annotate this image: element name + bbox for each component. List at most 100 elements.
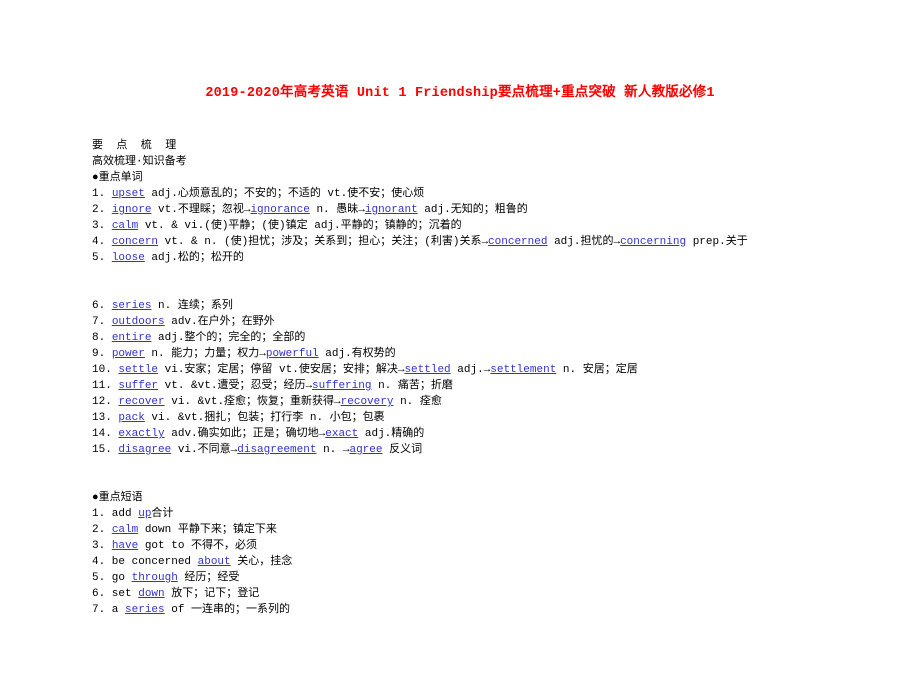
derived-word-link[interactable]: disagreement xyxy=(237,444,316,456)
vocabulary-entry: 1. upset adj.心烦意乱的；不安的；不适的 vt.使不安；使心烦 xyxy=(92,186,892,202)
phrase-suffix: down 平静下来；镇定下来 xyxy=(138,524,277,536)
entry-number: 5. xyxy=(92,252,106,264)
phrase-entry: 6. set down 放下；记下；登记 xyxy=(92,586,892,602)
entry-definition: vt. & vi.(使)平静；(使)镇定 adj.平静的；镇静的；沉着的 xyxy=(138,220,462,232)
vocabulary-word-link[interactable]: entire xyxy=(112,332,152,344)
derived-definition: adj.→ xyxy=(450,364,491,376)
vocabulary-word-link[interactable]: disagree xyxy=(118,444,171,456)
phrase-suffix: of 一连串的；一系列的 xyxy=(164,604,291,616)
phrase-entry: 3. have got to 不得不，必须 xyxy=(92,538,892,554)
derived-word-link[interactable]: concerned xyxy=(488,236,547,248)
entry-definition: n. 能力；力量；权力→ xyxy=(144,348,266,360)
entry-number: 4. xyxy=(92,236,106,248)
vocabulary-word-link[interactable]: settle xyxy=(118,364,158,376)
vocabulary-word-link[interactable]: power xyxy=(112,348,145,360)
vocabulary-entry: 8. entire adj.整个的；完全的；全部的 xyxy=(92,330,892,346)
phrase-entry: 5. go through 经历；经受 xyxy=(92,570,892,586)
derived-word-link[interactable]: ignorant xyxy=(365,204,418,216)
vocabulary-word-link[interactable]: recover xyxy=(118,396,164,408)
phrase-suffix: 放下；记下；登记 xyxy=(164,588,260,600)
vocabulary-entry: 15. disagree vi.不同意→disagreement n. →agr… xyxy=(92,442,892,458)
derived-word-link[interactable]: concerning xyxy=(620,236,686,248)
vocabulary-word-link[interactable]: loose xyxy=(112,252,145,264)
phrase-entry: 2. calm down 平静下来；镇定下来 xyxy=(92,522,892,538)
derived-word-link[interactable]: settlement xyxy=(490,364,556,376)
entry-number: 7. xyxy=(92,316,106,328)
vocabulary-word-link[interactable]: outdoors xyxy=(112,316,165,328)
entry-definition: vi.不同意→ xyxy=(171,444,238,456)
vocabulary-word-link[interactable]: suffer xyxy=(118,380,158,392)
derived-definition: n. → xyxy=(316,444,350,456)
list-gap-spacer xyxy=(92,266,892,298)
entry-number: 15. xyxy=(92,444,112,456)
page-title: 2019-2020年高考英语 Unit 1 Friendship要点梳理+重点突… xyxy=(205,86,715,101)
phrase-prefix: set xyxy=(105,588,139,600)
phrase-prefix xyxy=(105,540,112,552)
phrase-word-link[interactable]: about xyxy=(198,556,231,568)
phrase-word-link[interactable]: series xyxy=(125,604,165,616)
derived-word-link[interactable]: recovery xyxy=(341,396,394,408)
vocabulary-entry: 13. pack vi. &vt.捆扎；包装；打行李 n. 小包；包裹 xyxy=(92,410,892,426)
phrase-word-link[interactable]: up xyxy=(138,508,151,520)
entry-number: 5. xyxy=(92,572,106,584)
entry-definition: vi.安家；定居；停留 vt.使安居；安排；解决→ xyxy=(158,364,405,376)
phrase-entry: 7. a series of 一连串的；一系列的 xyxy=(92,602,892,618)
vocabulary-word-link[interactable]: calm xyxy=(112,220,138,232)
entry-number: 1. xyxy=(92,508,106,520)
entry-number: 6. xyxy=(92,300,106,312)
phrase-prefix: add xyxy=(105,508,139,520)
vocabulary-word-link[interactable]: ignore xyxy=(112,204,152,216)
phrase-word-link[interactable]: down xyxy=(138,588,164,600)
entry-number: 10. xyxy=(92,364,112,376)
key-words-heading: ●重点单词 xyxy=(92,172,143,184)
entry-definition: adv.在户外；在野外 xyxy=(164,316,275,328)
key-words-list-part-2: 6. series n. 连续；系列 7. outdoors adv.在户外；在野… xyxy=(92,298,892,458)
phrase-word-link[interactable]: have xyxy=(112,540,138,552)
entry-definition: n. 连续；系列 xyxy=(151,300,233,312)
phrase-prefix: a xyxy=(105,604,126,616)
derived-word-link[interactable]: ignorance xyxy=(250,204,309,216)
entry-number: 7. xyxy=(92,604,106,616)
key-words-list-part-1: 1. upset adj.心烦意乱的；不安的；不适的 vt.使不安；使心烦 2. … xyxy=(92,186,892,266)
derived-word-link[interactable]: powerful xyxy=(266,348,319,360)
entry-number: 13. xyxy=(92,412,112,424)
entry-number: 4. xyxy=(92,556,106,568)
derived-definition: n. 痊愈 xyxy=(393,396,442,408)
vocabulary-word-link[interactable]: series xyxy=(112,300,152,312)
document-page: 2019-2020年高考英语 Unit 1 Friendship要点梳理+重点突… xyxy=(0,0,920,700)
vocabulary-entry: 6. series n. 连续；系列 xyxy=(92,298,892,314)
section-subtitle: 高效梳理·知识备考 xyxy=(92,156,187,168)
vocabulary-word-link[interactable]: concern xyxy=(112,236,158,248)
entry-number: 2. xyxy=(92,524,106,536)
phrase-suffix: 关心，挂念 xyxy=(230,556,293,568)
key-phrases-list: 1. add up合计 2. calm down 平静下来；镇定下来 3. have… xyxy=(92,506,892,618)
entry-number: 9. xyxy=(92,348,106,360)
key-phrases-heading: ●重点短语 xyxy=(92,492,143,504)
vocabulary-entry: 10. settle vi.安家；定居；停留 vt.使安居；安排；解决→sett… xyxy=(92,362,892,378)
vocabulary-word-link[interactable]: upset xyxy=(112,188,145,200)
derived-word-link[interactable]: exact xyxy=(325,428,358,440)
phrase-word-link[interactable]: calm xyxy=(112,524,138,536)
derived-definition: n. 愚昧→ xyxy=(309,204,365,216)
entry-definition: adv.确实如此；正是；确切地→ xyxy=(164,428,326,440)
derived-definition: n. 安居；定居 xyxy=(556,364,638,376)
derived-word-link[interactable]: suffering xyxy=(312,380,371,392)
phrase-word-link[interactable]: through xyxy=(132,572,178,584)
vocabulary-word-link[interactable]: exactly xyxy=(118,428,164,440)
vocabulary-entry: 5. loose adj.松的；松开的 xyxy=(92,250,892,266)
derived-definition: adj.无知的；粗鲁的 xyxy=(417,204,528,216)
derived-definition: prep.关于 xyxy=(686,236,748,248)
derived-word-link[interactable]: agree xyxy=(349,444,382,456)
phrase-prefix: be concerned xyxy=(105,556,198,568)
entry-definition: adj.松的；松开的 xyxy=(144,252,244,264)
derived-word-link[interactable]: settled xyxy=(404,364,450,376)
vocabulary-word-link[interactable]: pack xyxy=(118,412,144,424)
entry-definition: vt. &vt.遭受；忍受；经历→ xyxy=(158,380,313,392)
entry-definition: vt. & n. (使)担忧；涉及；关系到；担心；关注；(利害)关系→ xyxy=(158,236,489,248)
